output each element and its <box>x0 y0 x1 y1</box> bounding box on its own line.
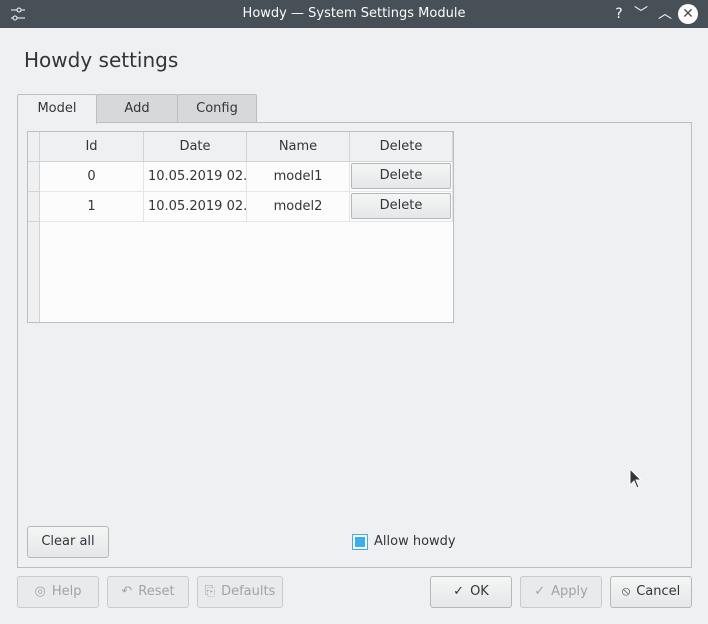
row-header-1[interactable] <box>28 192 40 222</box>
window-title: Howdy — System Settings Module <box>242 6 466 21</box>
allow-howdy-checkbox[interactable] <box>352 534 368 550</box>
page-title: Howdy settings <box>24 48 179 72</box>
column-header-name[interactable]: Name <box>247 132 350 162</box>
document-revert-icon: ⎘ <box>204 584 216 599</box>
cell-name[interactable]: model1 <box>247 162 350 192</box>
checkmark-icon: ✓ <box>453 584 465 599</box>
help-button-label: Help <box>51 584 82 599</box>
column-header-delete[interactable]: Delete <box>350 132 453 162</box>
models-table: Id Date Name Delete 0 10.05.2019 02... m… <box>27 131 454 323</box>
cell-date[interactable]: 10.05.2019 02... <box>144 192 247 222</box>
cancel-button-label: Cancel <box>636 584 681 599</box>
reset-button[interactable]: ↶ Reset <box>107 576 189 608</box>
help-button[interactable]: ◎ Help <box>17 576 99 608</box>
ok-button-label: OK <box>470 584 489 599</box>
apply-button[interactable]: ✓ Apply <box>520 576 602 608</box>
close-icon[interactable]: ✕ <box>678 4 698 24</box>
cell-name[interactable]: model2 <box>247 192 350 222</box>
apply-button-label: Apply <box>551 584 588 599</box>
checkmark-icon: ✓ <box>534 584 546 599</box>
help-icon[interactable]: ? <box>609 4 629 24</box>
mouse-pointer-icon <box>629 468 643 489</box>
title-bar: Howdy — System Settings Module ? ﹀ ︿ ✕ <box>0 0 708 28</box>
reset-button-label: Reset <box>138 584 175 599</box>
tab-add[interactable]: Add <box>96 94 178 123</box>
clear-all-button[interactable]: Clear all <box>27 526 109 558</box>
allow-howdy-label[interactable]: Allow howdy <box>374 534 456 549</box>
maximize-icon[interactable]: ︿ <box>655 4 675 24</box>
ok-button[interactable]: ✓ OK <box>430 576 512 608</box>
minimize-icon[interactable]: ﹀ <box>631 4 651 24</box>
undo-icon: ↶ <box>121 584 133 599</box>
row-header <box>28 132 40 322</box>
row-header-0[interactable] <box>28 162 40 192</box>
tab-config[interactable]: Config <box>177 94 257 123</box>
cell-date[interactable]: 10.05.2019 02... <box>144 162 247 192</box>
delete-model-button[interactable]: Delete <box>351 193 451 219</box>
delete-model-button[interactable]: Delete <box>351 163 451 189</box>
lifebuoy-icon: ◎ <box>34 584 46 599</box>
cell-id[interactable]: 0 <box>40 162 144 192</box>
column-header-date[interactable]: Date <box>144 132 247 162</box>
cancel-icon: ⦸ <box>621 584 631 599</box>
defaults-button-label: Defaults <box>221 584 276 599</box>
defaults-button[interactable]: ⎘ Defaults <box>197 576 283 608</box>
checkbox-checked-mark <box>355 537 365 547</box>
tab-model[interactable]: Model <box>17 94 97 124</box>
cell-id[interactable]: 1 <box>40 192 144 222</box>
cancel-button[interactable]: ⦸ Cancel <box>610 576 692 608</box>
column-header-id[interactable]: Id <box>40 132 144 162</box>
corner-cell <box>28 132 40 162</box>
